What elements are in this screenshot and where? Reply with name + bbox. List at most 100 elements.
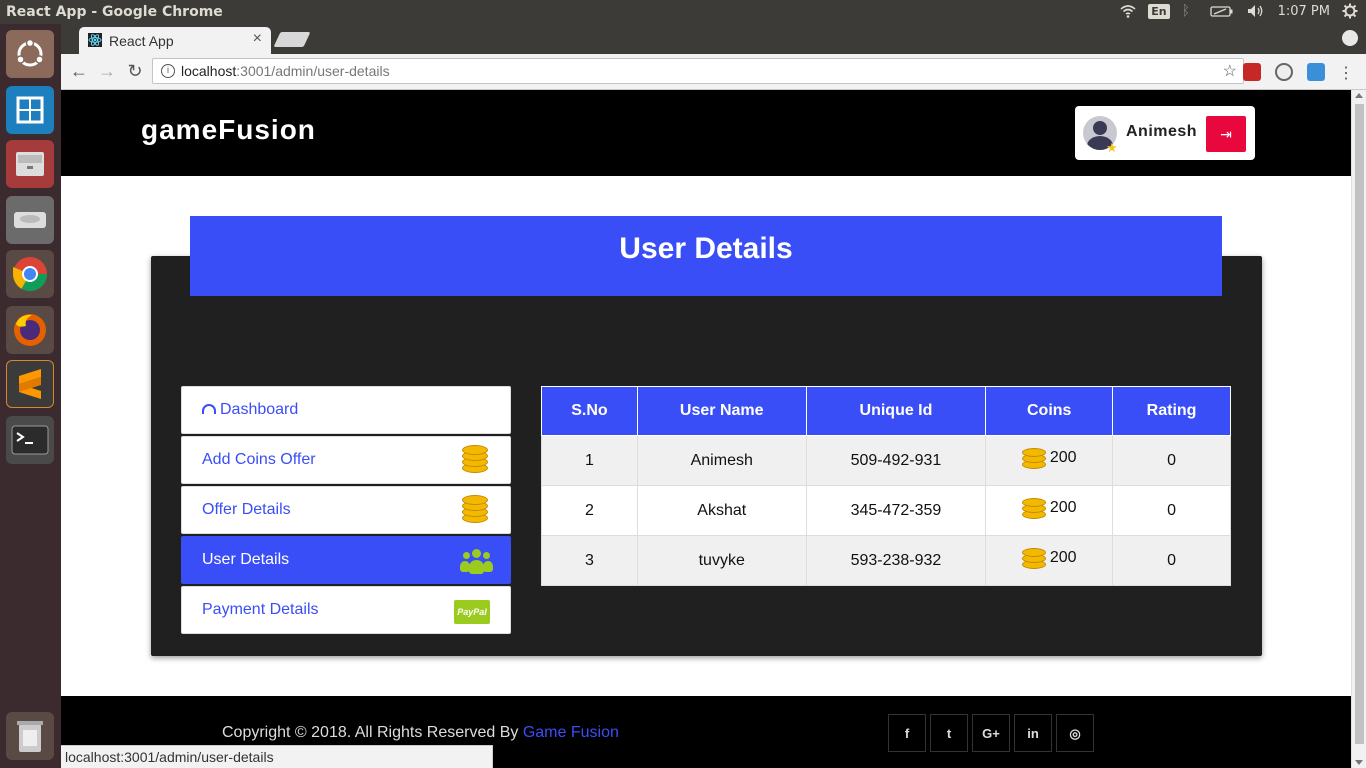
coin-icon [1021, 446, 1046, 470]
sidebar-item-dashboard[interactable]: Dashboard [181, 386, 511, 434]
cell-unique-id: 345-472-359 [805, 485, 987, 536]
column-header-coins: Coins [985, 386, 1114, 436]
copyright-label: Copyright © 2018. All Rights Reserved By [222, 724, 523, 741]
url-text[interactable]: localhost:3001/admin/user-details [181, 63, 390, 79]
cell-unique-id: 593-238-932 [805, 535, 987, 586]
instagram-icon[interactable]: ◎ [1056, 714, 1094, 752]
back-arrow-icon[interactable]: ← [68, 60, 90, 82]
user-details-table: S.No User Name Unique Id Coins Rating 1 … [541, 386, 1231, 586]
logout-button[interactable]: ⇥ [1206, 116, 1246, 152]
page-title: User Details [619, 232, 793, 265]
terminal-icon[interactable] [6, 416, 54, 464]
disk-drive-icon[interactable] [6, 196, 54, 244]
users-icon [460, 549, 493, 577]
sidebar-item-offer-details[interactable]: Offer Details [181, 486, 511, 534]
page-title-banner: User Details [190, 216, 1222, 296]
cell-coins: 200 [985, 435, 1114, 486]
table-row[interactable]: 2 Akshat 345-472-359 200 0 [541, 485, 1231, 536]
browser-toolbar: ← → ↻ i localhost:3001/admin/user-detail… [61, 54, 1366, 90]
chrome-icon[interactable] [6, 250, 54, 298]
tab-title: React App [109, 33, 174, 49]
cell-username: Animesh [636, 435, 807, 486]
settings-gear-icon[interactable] [1342, 3, 1358, 19]
sidebar-item-label: Offer Details [202, 501, 291, 518]
coins-value: 200 [1049, 549, 1077, 566]
table-header-row: S.No User Name Unique Id Coins Rating [541, 386, 1231, 436]
browser-tab-bar: React App × [61, 24, 1366, 54]
volume-icon[interactable] [1246, 3, 1266, 19]
react-favicon-icon [88, 33, 102, 47]
new-tab-button[interactable] [273, 32, 311, 47]
user-name: Animesh [1126, 123, 1198, 140]
scrollbar-thumb[interactable] [1355, 104, 1364, 744]
facebook-icon[interactable]: f [888, 714, 926, 752]
battery-icon[interactable] [1209, 3, 1234, 19]
cell-rating: 0 [1112, 435, 1231, 486]
sidebar-item-label: Dashboard [220, 401, 299, 418]
coin-icon [1021, 496, 1046, 520]
cell-rating: 0 [1112, 485, 1231, 536]
brand-logo[interactable]: gameFusion [141, 114, 316, 146]
copyright-text: Copyright © 2018. All Rights Reserved By… [222, 724, 619, 742]
cell-sno: 2 [541, 485, 638, 536]
firefox-icon[interactable] [6, 306, 54, 354]
profile-icon[interactable] [1342, 30, 1358, 46]
ubuntu-dash-icon[interactable] [6, 30, 54, 78]
tab-react-app[interactable]: React App × [79, 27, 271, 54]
cell-username: tuvyke [636, 535, 807, 586]
extension-icon-1[interactable] [1243, 63, 1261, 81]
table-row[interactable]: 3 tuvyke 593-238-932 200 0 [541, 535, 1231, 586]
sidebar-item-add-coins-offer[interactable]: Add Coins Offer [181, 436, 511, 484]
cell-unique-id: 509-492-931 [805, 435, 987, 486]
keyboard-language-indicator[interactable]: En [1148, 3, 1170, 19]
bookmark-star-icon[interactable]: ☆ [1223, 61, 1237, 81]
extension-icon-2[interactable] [1275, 63, 1293, 81]
sidebar-item-payment-details[interactable]: Payment Details PayPal [181, 586, 511, 634]
url-host: localhost [181, 63, 237, 79]
scroll-up-arrow-icon[interactable] [1355, 93, 1363, 98]
column-header-sno: S.No [541, 386, 638, 436]
site-info-icon[interactable]: i [161, 64, 175, 78]
game-fusion-link[interactable]: Game Fusion [523, 724, 619, 741]
coins-icon [462, 445, 490, 475]
forward-arrow-icon[interactable]: → [96, 60, 118, 82]
sidebar-item-label: User Details [202, 551, 290, 568]
coins-value: 200 [1049, 449, 1077, 466]
page-scrollbar[interactable] [1351, 90, 1366, 768]
logout-icon: ⇥ [1220, 126, 1232, 142]
coin-icon [1021, 546, 1046, 570]
wifi-icon[interactable] [1120, 3, 1136, 19]
clock[interactable]: 1:07 PM [1278, 4, 1330, 19]
cell-coins: 200 [985, 485, 1114, 536]
user-card: ★ Animesh ⇥ [1075, 106, 1255, 160]
cell-username: Akshat [636, 485, 807, 536]
cell-sno: 1 [541, 435, 638, 486]
table-row[interactable]: 1 Animesh 509-492-931 200 0 [541, 435, 1231, 486]
google-plus-icon[interactable]: G+ [972, 714, 1010, 752]
sidebar-item-user-details[interactable]: User Details [181, 536, 511, 584]
coins-value: 200 [1049, 499, 1077, 516]
dashboard-icon [202, 404, 216, 414]
url-path: :3001/admin/user-details [236, 63, 390, 79]
link-status-bubble: localhost:3001/admin/user-details [61, 745, 493, 768]
sidebar-item-label: Payment Details [202, 601, 319, 618]
tab-close-icon[interactable]: × [253, 30, 262, 48]
workspace-switcher-icon[interactable] [6, 86, 54, 134]
star-badge-icon: ★ [1106, 140, 1118, 155]
column-header-rating: Rating [1112, 386, 1231, 436]
files-icon[interactable] [6, 140, 54, 188]
scroll-down-arrow-icon[interactable] [1355, 760, 1363, 765]
address-bar[interactable]: i localhost:3001/admin/user-details ☆ [152, 58, 1244, 84]
linkedin-icon[interactable]: in [1014, 714, 1052, 752]
extension-icon-3[interactable] [1307, 63, 1325, 81]
twitter-icon[interactable]: t [930, 714, 968, 752]
sublime-text-icon[interactable] [6, 360, 54, 408]
admin-sidebar: Dashboard Add Coins Offer Offer Details … [181, 386, 511, 636]
chrome-menu-icon[interactable]: ⋮ [1338, 63, 1354, 83]
column-header-username: User Name [636, 386, 807, 436]
trash-icon[interactable] [6, 712, 54, 760]
paypal-icon: PayPal [454, 600, 490, 624]
system-tray: En ᛒ 1:07 PM [1120, 3, 1358, 19]
reload-icon[interactable]: ↻ [124, 60, 146, 82]
bluetooth-icon[interactable]: ᛒ [1182, 3, 1198, 19]
